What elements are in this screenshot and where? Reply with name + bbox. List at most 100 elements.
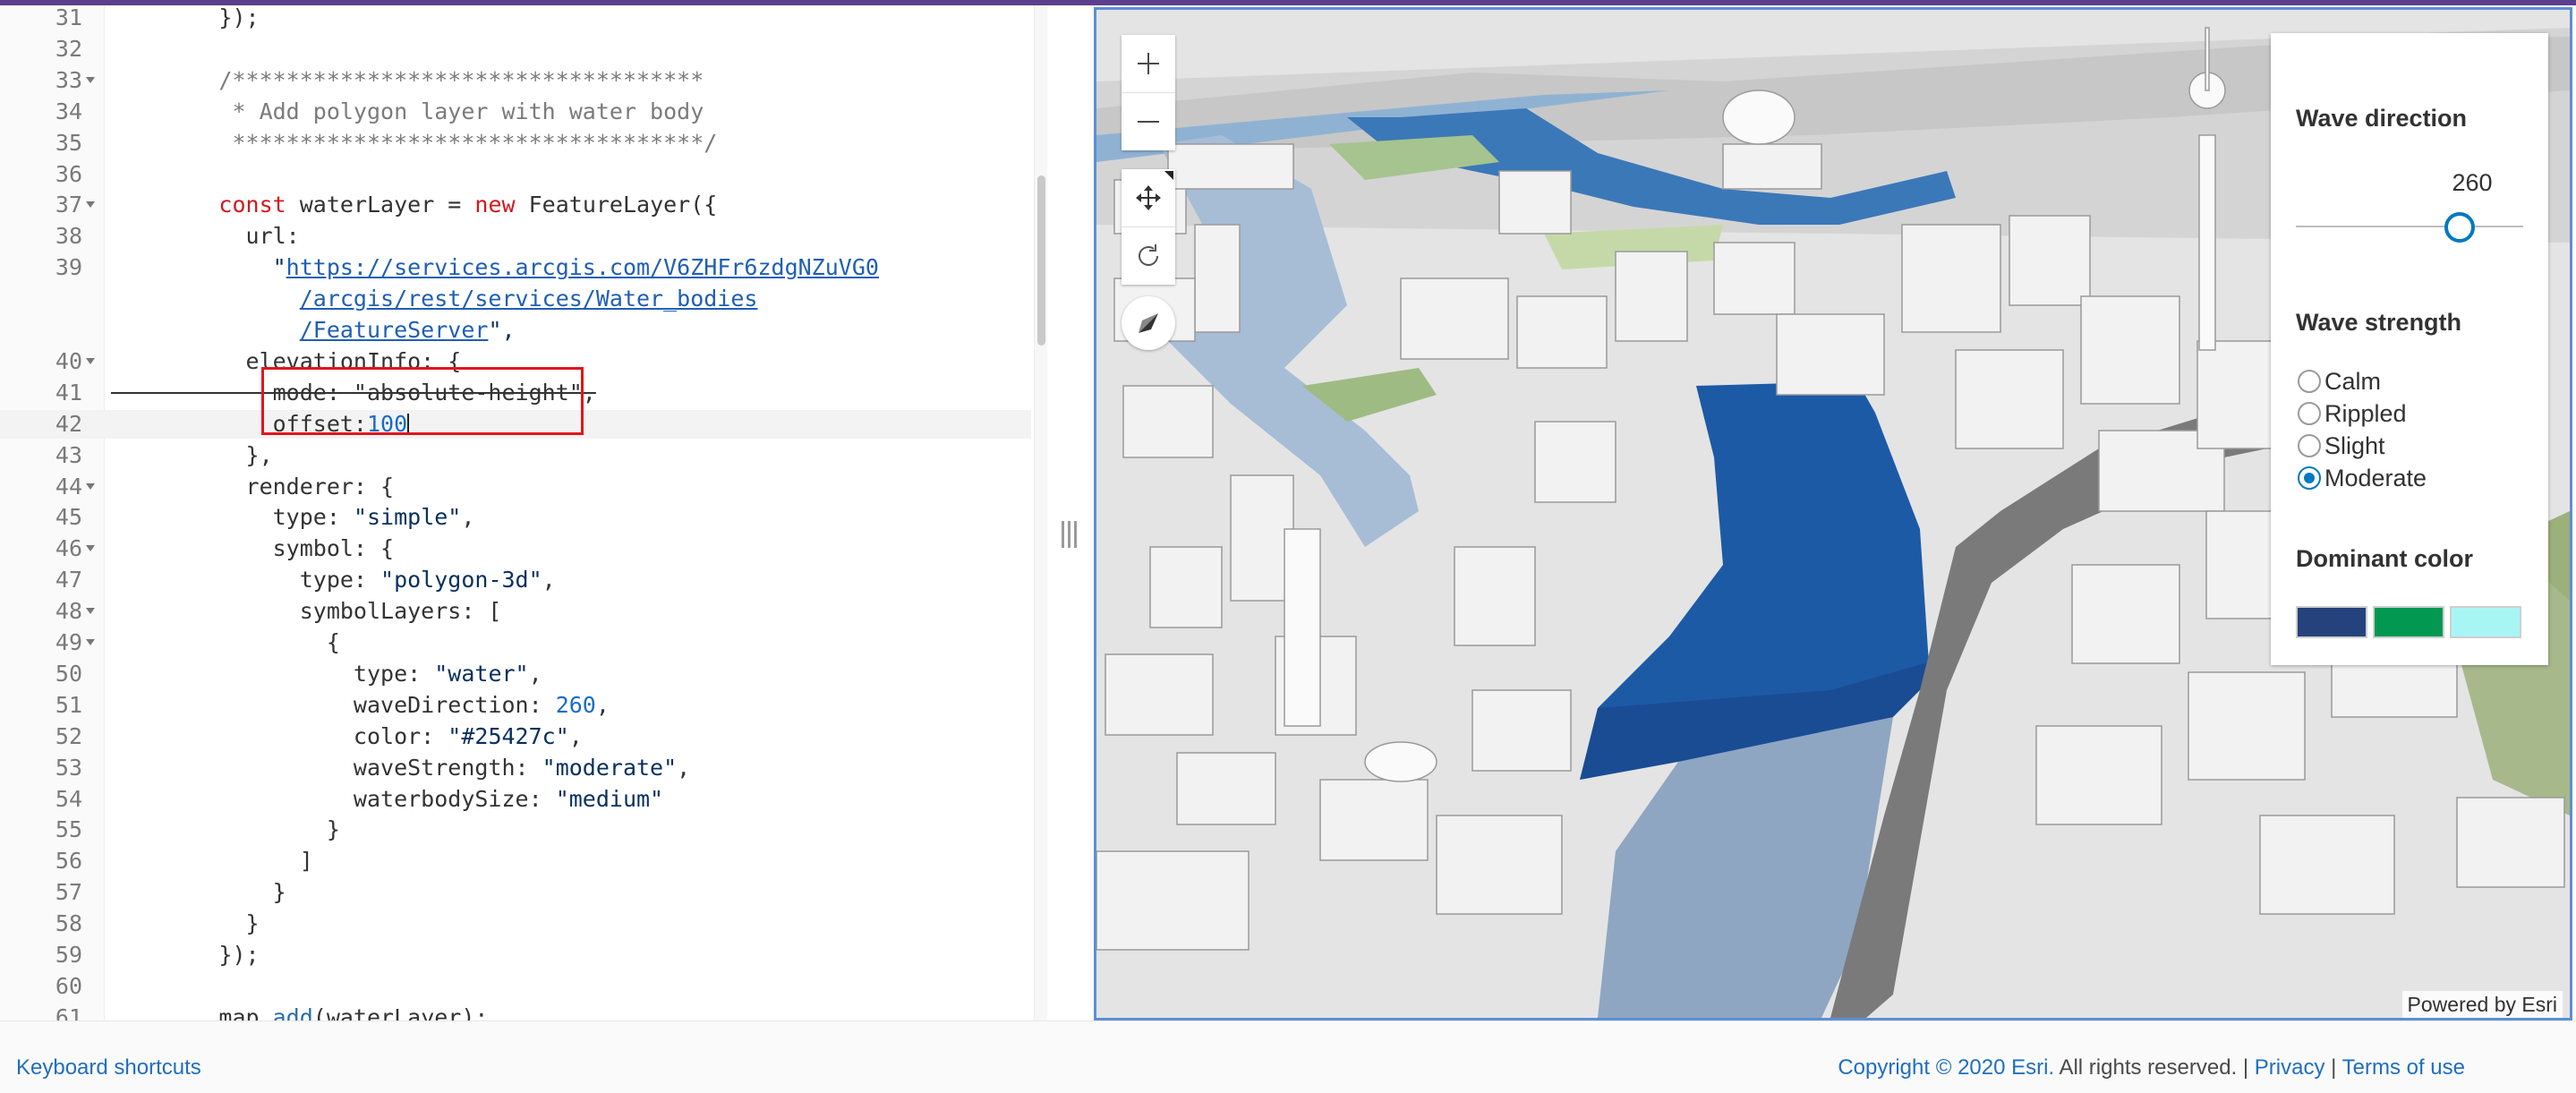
code-line[interactable]: 45 type: "simple", [0, 503, 1031, 532]
radio-button[interactable] [2298, 434, 2321, 457]
code-token: symbol: { [111, 535, 395, 562]
code-text: symbolLayers: [ [111, 597, 502, 626]
privacy-link[interactable]: Privacy [2255, 1055, 2325, 1080]
rotate-button[interactable] [1122, 226, 1175, 285]
code-token: "polygon-3d" [380, 567, 542, 593]
code-line[interactable]: 57 } [0, 878, 1031, 907]
scene-view[interactable]: Wave direction 260 Wave strength Calm Rip… [1094, 7, 2572, 1020]
code-token: renderer: { [111, 473, 395, 500]
code-text: ***********************************/ [111, 129, 717, 158]
line-number: 39 [55, 254, 82, 281]
code-token: " [111, 254, 286, 281]
code-token[interactable]: /arcgis/rest/services/Water_bodies [300, 286, 758, 312]
code-line[interactable]: 58 } [0, 909, 1031, 938]
line-number: 44 [55, 473, 82, 500]
pane-splitter[interactable] [1047, 5, 1094, 1020]
code-line[interactable]: 32 [0, 35, 1031, 64]
page-footer: Keyboard shortcuts Copyright © 2020 Esri… [0, 1020, 2576, 1093]
compass-button[interactable] [1122, 296, 1175, 350]
line-number: 46 [55, 535, 82, 562]
code-line[interactable]: 31 }); [0, 5, 1031, 32]
code-text: color: "#25427c", [111, 722, 583, 751]
editor-scrollbar-thumb[interactable] [1037, 175, 1045, 346]
code-token: } [111, 879, 286, 906]
zoom-out-button[interactable] [1122, 92, 1175, 150]
color-swatch-light-cyan[interactable] [2450, 606, 2521, 638]
line-number: 43 [55, 441, 82, 468]
code-line[interactable]: 61 map.add(waterLayer); [0, 1003, 1031, 1020]
code-token: url: [111, 223, 300, 250]
code-text: { [111, 628, 340, 657]
color-swatch-green[interactable] [2373, 606, 2444, 638]
wave-strength-option-moderate[interactable]: Moderate [2298, 461, 2427, 495]
code-token[interactable]: /FeatureServer [300, 317, 489, 343]
code-line[interactable]: 59 }); [0, 941, 1031, 969]
code-line[interactable]: 48 symbolLayers: [ [0, 597, 1031, 626]
code-line[interactable]: 34 * Add polygon layer with water body [0, 98, 1031, 126]
code-editor[interactable]: 31 }); 32 33 /****************************… [0, 5, 1047, 1020]
radio-button[interactable] [2298, 466, 2321, 490]
code-line[interactable]: 35 ***********************************/ [0, 129, 1031, 158]
code-line[interactable]: 44 renderer: { [0, 473, 1031, 501]
code-line[interactable]: 50 type: "water", [0, 660, 1031, 688]
code-line[interactable]: 52 color: "#25427c", [0, 722, 1031, 751]
fold-arrow-icon[interactable] [86, 201, 95, 209]
code-line[interactable]: 36 [0, 160, 1031, 189]
code-line[interactable]: /arcgis/rest/services/Water_bodies [0, 285, 1031, 313]
code-line[interactable]: 43 }, [0, 441, 1031, 470]
editor-scrollbar[interactable] [1034, 5, 1047, 1020]
wave-strength-option-calm[interactable]: Calm [2298, 364, 2381, 398]
code-line[interactable]: 39 "https://services.arcgis.com/V6ZHFr6z… [0, 253, 1031, 282]
radio-button[interactable] [2298, 402, 2321, 425]
code-token[interactable]: https://services.arcgis.com/V6ZHFr6zdgNZ… [286, 254, 879, 280]
code-line[interactable]: 37 const waterLayer = new FeatureLayer({ [0, 191, 1031, 219]
fold-arrow-icon[interactable] [86, 357, 95, 364]
code-line[interactable]: 38 url: [0, 222, 1031, 251]
code-text: renderer: { [111, 473, 395, 501]
line-number: 35 [55, 129, 82, 156]
fold-arrow-icon[interactable] [86, 482, 95, 490]
splitter-grip-icon[interactable] [1062, 521, 1081, 548]
water-settings-panel: Wave direction 260 Wave strength Calm Rip… [2271, 33, 2548, 665]
fold-arrow-icon[interactable] [86, 639, 95, 645]
terms-of-use-link[interactable]: Terms of use [2342, 1055, 2465, 1080]
copyright-link[interactable]: Copyright © 2020 Esri. [1838, 1055, 2054, 1080]
code-text: symbol: { [111, 534, 394, 563]
code-line[interactable]: 53 waveStrength: "moderate", [0, 754, 1031, 782]
code-token: } [111, 910, 260, 937]
line-number: 51 [55, 691, 82, 718]
code-line[interactable]: /FeatureServer", [0, 316, 1031, 345]
code-line[interactable]: 56 ] [0, 847, 1031, 875]
code-line[interactable]: 54 waterbodySize: "medium" [0, 785, 1031, 814]
line-number: 50 [55, 660, 82, 687]
color-swatch-dark-blue[interactable] [2296, 606, 2367, 638]
pan-button[interactable] [1122, 169, 1175, 226]
code-line[interactable]: 49 { [0, 628, 1031, 657]
line-number: 61 [55, 1003, 82, 1020]
zoom-in-button[interactable] [1122, 35, 1175, 92]
code-token: * Add polygon layer with water body [111, 98, 704, 124]
wave-direction-value: 260 [2452, 169, 2493, 196]
radio-button[interactable] [2298, 370, 2321, 393]
line-number: 53 [55, 754, 82, 781]
wave-strength-option-rippled[interactable]: Rippled [2298, 397, 2407, 431]
code-line[interactable]: 60 [0, 972, 1031, 1001]
code-line[interactable]: 47 type: "polygon-3d", [0, 566, 1031, 594]
fold-arrow-icon[interactable] [86, 76, 95, 83]
code-line[interactable]: 51 waveDirection: 260, [0, 691, 1031, 720]
code-token: }, [111, 441, 273, 468]
fold-arrow-icon[interactable] [86, 608, 95, 615]
fold-arrow-icon[interactable] [86, 545, 95, 552]
code-token: add [272, 1003, 313, 1020]
code-line[interactable]: 55 } [0, 815, 1031, 844]
compass-icon [1139, 313, 1158, 333]
plus-icon [1138, 53, 1159, 74]
line-number: 32 [55, 35, 82, 62]
wave-direction-slider-handle[interactable] [2444, 212, 2476, 243]
code-line[interactable]: 33 /*********************************** [0, 66, 1031, 95]
wave-strength-option-slight[interactable]: Slight [2298, 429, 2385, 463]
code-line[interactable]: 46 symbol: { [0, 534, 1031, 563]
wave-direction-slider-track[interactable] [2296, 226, 2523, 227]
keyboard-shortcuts-link[interactable]: Keyboard shortcuts [16, 1055, 201, 1080]
